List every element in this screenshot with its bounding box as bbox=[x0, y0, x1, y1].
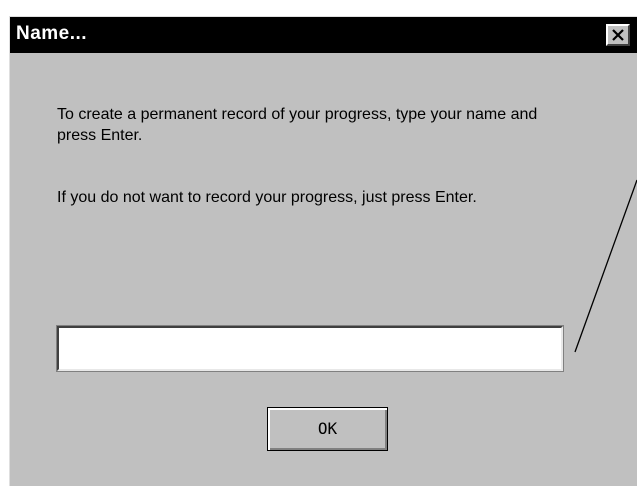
pointer-line bbox=[574, 179, 637, 353]
